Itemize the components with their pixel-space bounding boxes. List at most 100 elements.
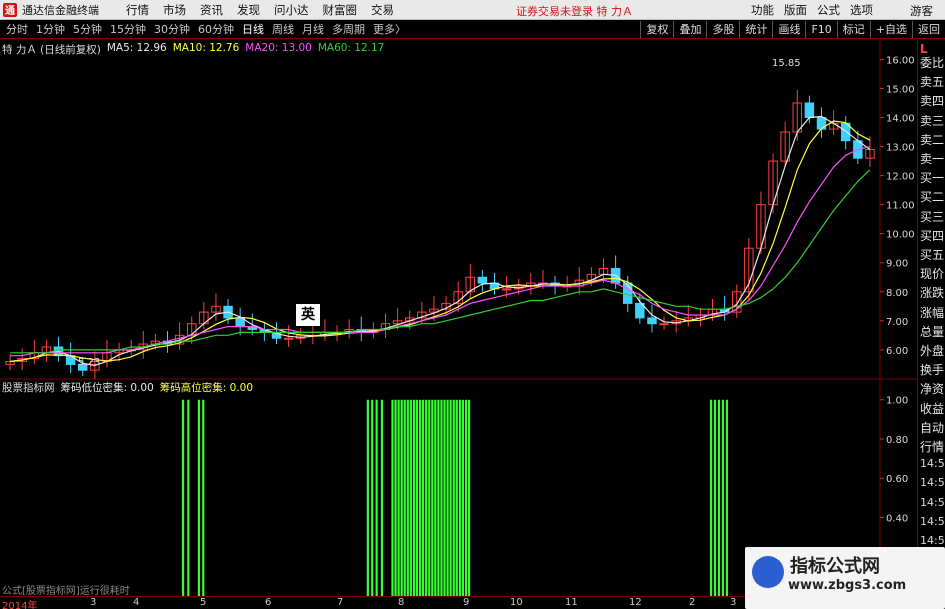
ma20-line [10,146,871,357]
period-1min[interactable]: 1分钟 [34,21,67,37]
indicator-low: 筹码低位密集: 0.00 [60,382,154,394]
ma-legend: 特 力Ａ (日线前复权) MA5: 12.96 MA10: 12.76 MA20… [2,42,384,57]
period-multi[interactable]: 多周期 [330,21,367,37]
menu-trade[interactable]: 交易 [371,2,394,18]
quote-label: 14:5 [920,476,945,490]
quote-label: 买五 [920,248,945,262]
price-tick-label: 9.00 [886,259,908,270]
x-tick-label: 12 [629,597,642,608]
ma60-value: MA60: 12.17 [317,42,385,54]
low-annotation: 5.23 [78,357,101,368]
period-15min[interactable]: 15分钟 [108,21,148,37]
menu-quotes[interactable]: 行情 [126,2,149,18]
quote-label: 行情 [920,440,945,454]
menu-function[interactable]: 功能 [751,2,774,18]
price-tick-label: 16.00 [886,55,915,66]
x-tick-label: 2014年 [2,601,38,609]
menu-formula[interactable]: 公式 [817,2,840,18]
period-60min[interactable]: 60分钟 [196,21,236,37]
add-watchlist-button[interactable]: +自选 [869,21,912,38]
overlay-button[interactable]: 叠加 [673,21,706,38]
quote-label: 总量 [920,324,945,339]
watermark-title: 指标公式网 [790,556,880,577]
multi-stock-button[interactable]: 多股 [706,21,739,38]
quote-label: 买二 [920,190,945,205]
price-tick-label: 7.00 [886,317,908,328]
axis-ticks: 16.00 15.00 14.00 13.00 12.00 11.00 10.00 9.00 8… [880,55,915,524]
stock-name[interactable]: 特 力Ａ (日线前复权) [2,42,101,57]
period-monthly[interactable]: 月线 [300,21,326,37]
menu-market[interactable]: 市场 [163,2,186,18]
stats-button[interactable]: 统计 [739,21,772,38]
quote-label: 卖二 [920,132,945,147]
period-daily[interactable]: 日线 [240,21,266,37]
price-tick-label: 8.00 [886,288,908,299]
price-tick-label: 12.00 [886,172,915,183]
candle-body [622,282,633,304]
candle-body [647,317,657,325]
quote-label: 买一 [920,171,945,186]
period-weekly[interactable]: 周线 [270,21,296,37]
formula-note: 公式[股票指标网]运行很耗时 [2,586,130,597]
title-bar: 通 通达信金融终端 行情 市场 资讯 发现 问小达 财富圈 交易 证券交易未登录… [0,0,945,20]
x-tick-label: 8 [398,597,405,608]
menu-ask[interactable]: 问小达 [274,2,309,18]
x-tick-label: 4 [133,597,140,608]
x-tick-label: 6 [265,597,272,608]
marker-label[interactable]: 英 [296,304,320,326]
indicator-tick-label: 0.80 [886,435,908,446]
f10-button[interactable]: F10 [805,21,836,38]
quote-label: 买三 [920,209,945,224]
quote-label: 委比 [920,56,945,70]
draw-button[interactable]: 画线 [772,21,805,38]
x-tick-label: 7 [337,597,344,608]
x-tick-label: 3 [730,597,737,608]
period-30min[interactable]: 30分钟 [152,21,192,37]
price-tick-label: 14.00 [886,114,915,125]
menu-options[interactable]: 选项 [850,2,873,18]
quote-label: 14:5 [920,534,945,547]
ma10-line [10,120,871,363]
quote-label: 净资 [920,382,945,397]
back-button[interactable]: 返回 [912,21,945,38]
indicator-name[interactable]: 股票指标网 [2,380,55,395]
period-5min[interactable]: 5分钟 [71,21,104,37]
app-title: 通达信金融终端 [22,3,99,17]
user-label[interactable]: 游客 [910,3,933,19]
adjust-button[interactable]: 复权 [640,21,673,38]
indicator-panel [181,399,728,596]
indicator-bar-group [366,399,374,596]
price-tick-label: 10.00 [886,230,915,241]
quote-label: 现价 [920,267,945,282]
mark-button[interactable]: 标记 [836,21,870,38]
indicator-bar-group [181,399,190,596]
quote-label: 14:5 [920,495,945,509]
quote-label: 买四 [920,228,945,243]
x-tick-label: 9 [463,597,470,608]
candle-body [477,276,488,284]
menu-wealth[interactable]: 财富圈 [323,2,358,18]
period-intraday[interactable]: 分时 [4,21,30,37]
menu-layout[interactable]: 版面 [784,2,807,18]
price-tick-label: 15.00 [886,84,915,95]
candle-body [804,102,815,119]
indicator-legend: 股票指标网 筹码低位密集: 0.00 筹码高位密集: 0.00 [2,380,253,395]
quote-label: 14:5 [920,514,945,528]
indicator-tick-label: 1.00 [886,396,908,407]
x-tick-label: 3 [90,597,97,608]
quote-label: 卖一 [920,152,945,166]
x-tick-label: 11 [565,597,578,608]
app-logo-icon: 通 [3,2,17,17]
menu-news[interactable]: 资讯 [200,2,223,18]
x-tick-label: 10 [510,597,523,608]
kline-chart[interactable]: 16.00 15.00 14.00 13.00 12.00 11.00 10.00 9.00 8… [0,40,917,609]
indicator-high: 筹码高位密集: 0.00 [159,382,254,394]
indicator-bar-group [391,399,471,596]
x-tick-label: 5 [200,597,207,608]
period-more[interactable]: 更多〉 [371,21,408,37]
menu-discover[interactable]: 发现 [237,2,260,18]
price-panel [5,89,875,379]
ma5-value: MA5: 12.96 [106,42,167,54]
quote-label: 自动 [920,420,945,435]
chart-grid [0,40,917,609]
